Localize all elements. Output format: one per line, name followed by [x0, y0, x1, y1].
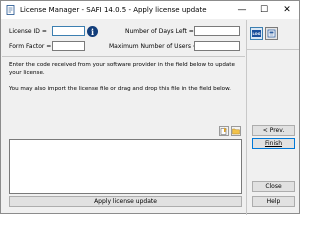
license-id-field[interactable] [52, 26, 85, 36]
prev-button[interactable]: < Prev. [252, 125, 295, 136]
apply-license-update-label: Apply license update [94, 198, 157, 205]
window-title: License Manager - SAFI 14.0.5 - Apply li… [20, 6, 207, 14]
instruction-text: Enter the code received from your softwa… [9, 62, 235, 76]
prev-button-label: < Prev. [262, 127, 285, 134]
minimize-icon: — [237, 5, 247, 15]
license-id-label: License ID = [9, 28, 47, 35]
import-file-button[interactable] [219, 126, 229, 136]
tool-icon [267, 29, 276, 38]
close-window-button[interactable]: ✕ [277, 1, 297, 19]
info-icon[interactable]: i [87, 26, 98, 37]
days-left-field[interactable] [194, 26, 240, 36]
form-factor-field[interactable] [52, 41, 85, 51]
form-factor-label: Form Factor = [9, 43, 52, 50]
days-left-label: Number of Days Left = [125, 28, 194, 35]
help-button[interactable]: Help [252, 196, 295, 207]
close-icon: ✕ [283, 5, 291, 15]
minimize-button[interactable]: — [232, 1, 252, 19]
log-button[interactable]: LOG [250, 27, 263, 40]
tool-button[interactable] [265, 27, 278, 40]
import-hint-text: You may also import the license file or … [9, 86, 231, 92]
maximize-button[interactable]: ☐ [254, 1, 274, 19]
license-manager-window: License Manager - SAFI 14.0.5 - Apply li… [0, 0, 300, 215]
license-manager-icon [6, 5, 15, 15]
max-users-field[interactable] [194, 41, 240, 51]
sidebar-top-divider [247, 49, 299, 50]
close-button[interactable]: Close [252, 181, 295, 192]
license-code-textarea[interactable] [9, 139, 242, 194]
open-folder-icon [232, 128, 240, 135]
max-users-label: Maximum Number of Users = [109, 43, 198, 50]
help-button-label: Help [266, 198, 281, 205]
finish-button-label: Finish [264, 140, 283, 147]
form-divider [2, 56, 245, 57]
finish-button[interactable]: Finish [252, 138, 295, 149]
open-folder-button[interactable] [231, 126, 241, 136]
apply-license-update-button[interactable]: Apply license update [9, 196, 242, 207]
close-button-label: Close [265, 183, 282, 190]
import-file-icon [220, 127, 227, 135]
log-icon: LOG [252, 30, 261, 37]
title-bar: License Manager - SAFI 14.0.5 - Apply li… [1, 1, 299, 19]
maximize-icon: ☐ [259, 5, 269, 15]
